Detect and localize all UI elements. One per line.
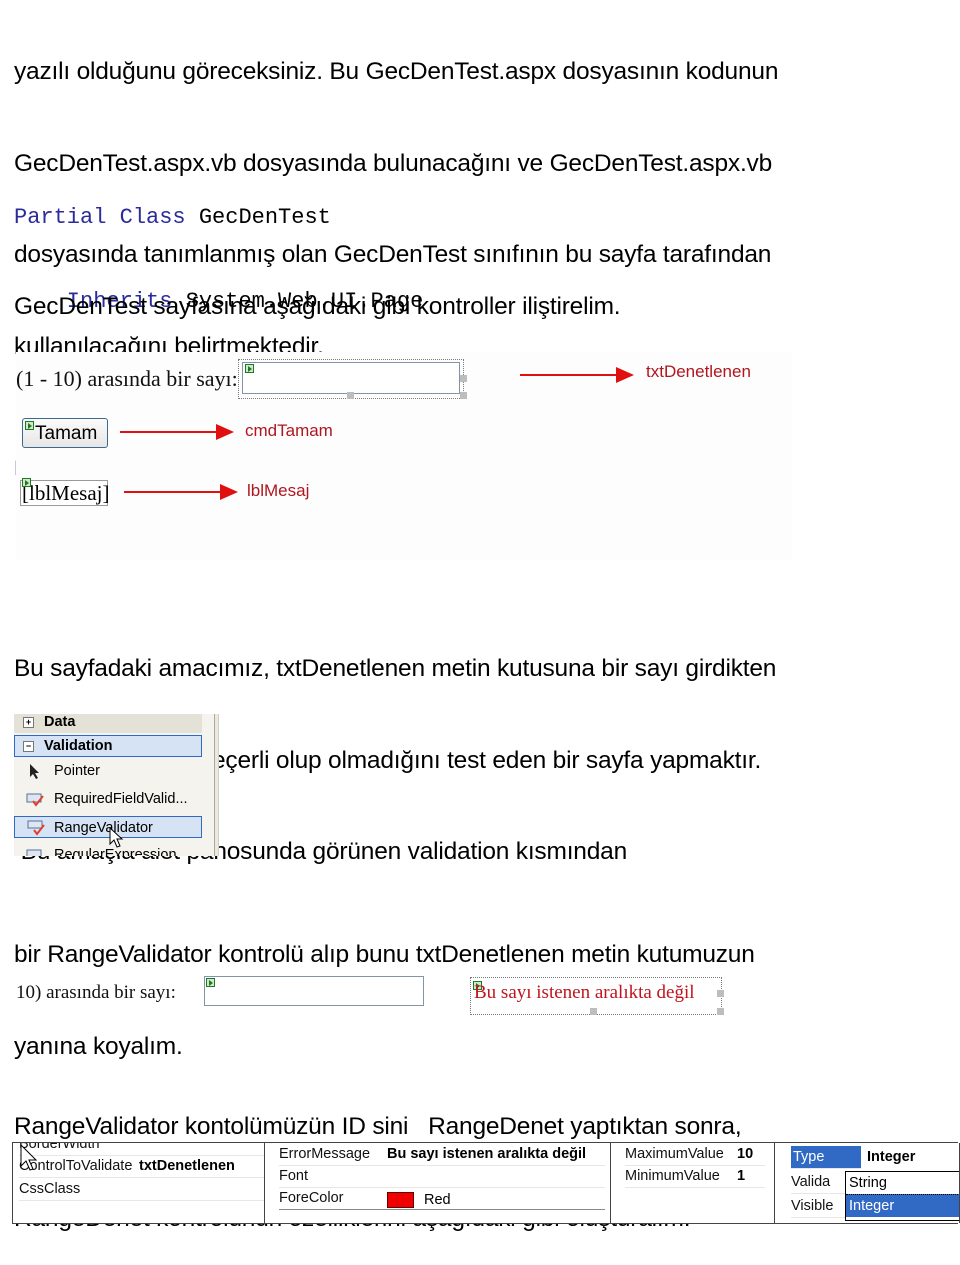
property-row-type[interactable]: Type xyxy=(791,1146,861,1169)
property-value[interactable]: Integer xyxy=(867,1146,915,1168)
property-name: ErrorMessage xyxy=(279,1146,371,1162)
property-row[interactable]: MinimumValue 1 xyxy=(625,1165,765,1188)
property-row[interactable]: ErrorMessage Bu sayı istenen aralıkta de… xyxy=(279,1143,605,1166)
tamam-button[interactable]: Tamam xyxy=(22,418,108,448)
smart-tag-icon xyxy=(22,478,31,487)
input-label: 10) arasında bir sayı: xyxy=(16,982,176,1003)
collapse-icon[interactable]: − xyxy=(23,741,34,752)
resize-handle[interactable] xyxy=(347,392,354,399)
item-label: RequiredFieldValid... xyxy=(54,791,188,807)
regex-icon xyxy=(26,849,42,856)
text-line: RangeValidator kontolümüzün ID sini Rang… xyxy=(14,1113,742,1140)
arrow-icon xyxy=(120,424,234,440)
annotation-textbox: txtDenetlenen xyxy=(646,362,751,381)
color-name: Red xyxy=(424,1192,451,1208)
resize-handle[interactable] xyxy=(717,990,724,997)
button-label: Tamam xyxy=(35,423,98,444)
annotation-label: lblMesaj xyxy=(247,481,310,500)
toolbox-item-regularexpression[interactable]: RegularExpression... xyxy=(14,844,202,856)
dropdown-option[interactable]: String xyxy=(846,1172,959,1194)
designer-screenshot-2: 10) arasında bir sayı: Bu sayı istenen a… xyxy=(16,972,726,1018)
property-row[interactable]: Visible xyxy=(791,1195,851,1218)
property-name: Visible xyxy=(791,1198,834,1214)
resize-handle[interactable] xyxy=(460,375,467,382)
validator-icon xyxy=(26,793,44,807)
property-row[interactable]: CssClass xyxy=(19,1178,265,1201)
property-row[interactable]: ControlToValidate txtDenetlenen xyxy=(19,1155,265,1178)
code-line: Partial Class GecDenTest xyxy=(14,204,423,232)
type-dropdown-list[interactable]: String Integer xyxy=(845,1171,959,1221)
txtdenetlenen-textbox[interactable] xyxy=(204,976,424,1006)
properties-strip: BorderWidth ControlToValidate txtDenetle… xyxy=(12,1142,960,1224)
controls-intro: GecDenTest sayfasına aşağıdaki gibi kont… xyxy=(14,293,621,320)
code-keyword: Partial Class xyxy=(14,205,186,230)
properties-panel-2: ErrorMessage Bu sayı istenen aralıkta de… xyxy=(264,1143,611,1223)
property-name: Type xyxy=(793,1149,825,1165)
lblmesaj-label[interactable]: [lblMesaj] xyxy=(20,480,109,506)
property-value[interactable]: Red xyxy=(387,1189,451,1211)
properties-panel-4: Type Integer Valida Visible String Integ… xyxy=(774,1143,960,1223)
resize-handle[interactable] xyxy=(590,1008,597,1015)
smart-tag-icon xyxy=(206,978,215,987)
txtdenetlenen-textbox[interactable] xyxy=(242,362,460,394)
item-label: RangeValidator xyxy=(54,820,153,836)
property-value[interactable]: 1 xyxy=(737,1165,745,1187)
toolbox-item-pointer[interactable]: Pointer xyxy=(14,760,202,782)
group-label: Validation xyxy=(44,738,113,754)
property-row[interactable]: ForeColor Red xyxy=(279,1187,605,1210)
toolbox-item-rangevalidator[interactable]: RangeValidator xyxy=(14,816,202,848)
toolbox-item-requiredfieldvalidator[interactable]: RequiredFieldValid... xyxy=(14,788,202,810)
mouse-cursor-icon xyxy=(20,1144,38,1171)
property-value[interactable]: Bu sayı istenen aralıkta değil xyxy=(387,1143,586,1165)
resize-handle[interactable] xyxy=(460,392,467,399)
expand-icon[interactable]: + xyxy=(23,717,34,728)
smart-tag-icon xyxy=(25,421,34,430)
property-name: CssClass xyxy=(19,1181,81,1197)
text-line: Bu sayfadaki amacımız, txtDenetlenen met… xyxy=(14,655,777,682)
property-row[interactable]: MaximumValue 10 xyxy=(625,1143,765,1166)
group-label: Data xyxy=(44,714,76,730)
code-identifier: GecDenTest xyxy=(185,205,331,230)
property-value[interactable]: txtDenetlenen xyxy=(139,1155,235,1177)
item-label: Pointer xyxy=(54,763,100,779)
toolbox-group-data[interactable]: + Data xyxy=(14,714,202,733)
text-line: yazılı olduğunu göreceksiniz. Bu GecDenT… xyxy=(14,58,779,85)
range-validator-icon xyxy=(27,820,45,836)
property-row[interactable]: Valida xyxy=(791,1171,851,1194)
property-name: ForeColor xyxy=(279,1190,344,1206)
range-validator-error-text[interactable]: Bu sayı istenen aralıkta değil xyxy=(474,982,695,1004)
arrow-icon xyxy=(520,367,634,383)
toolbox-group-validation[interactable]: − Validation xyxy=(14,735,202,757)
pointer-icon xyxy=(30,764,39,779)
item-label: RegularExpression... xyxy=(54,847,189,856)
smart-tag-icon xyxy=(245,364,254,373)
properties-panel-3: MaximumValue 10 MinimumValue 1 xyxy=(610,1143,775,1223)
panel-scrollbar[interactable] xyxy=(214,714,219,856)
designer-screenshot-1: (1 - 10) arasında bir sayı: txtDenetlene… xyxy=(16,352,792,560)
text-line: bir RangeValidator kontrolü alıp bunu tx… xyxy=(14,941,755,968)
dropdown-option-selected[interactable]: Integer xyxy=(846,1194,959,1217)
property-name: MinimumValue xyxy=(625,1168,720,1184)
arrow-icon xyxy=(124,484,238,500)
property-name: MaximumValue xyxy=(625,1146,724,1162)
property-name: Valida xyxy=(791,1174,831,1190)
properties-panel-1: BorderWidth ControlToValidate txtDenetle… xyxy=(12,1143,265,1223)
property-name: Font xyxy=(279,1168,309,1184)
toolbox-panel: + Data − Validation Pointer RequiredFiel… xyxy=(14,714,219,856)
property-value[interactable]: 10 xyxy=(737,1143,753,1165)
color-swatch xyxy=(387,1192,414,1209)
annotation-button: cmdTamam xyxy=(245,421,333,440)
resize-handle[interactable] xyxy=(717,1008,724,1015)
property-row[interactable]: Font xyxy=(279,1165,605,1188)
input-label: (1 - 10) arasında bir sayı: xyxy=(16,366,238,391)
